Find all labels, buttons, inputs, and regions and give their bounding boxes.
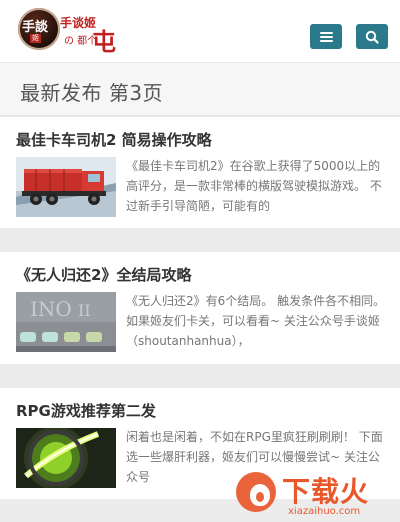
article-title[interactable]: 最佳卡车司机2 简易操作攻略 xyxy=(16,129,212,150)
watermark-text: 下载火 xyxy=(282,475,370,508)
svg-text:INO: INO xyxy=(30,297,72,321)
site-header: 手談 姬 手谈姬 の 都个 屯 xyxy=(0,0,400,63)
menu-button[interactable] xyxy=(310,24,342,49)
article-thumbnail[interactable] xyxy=(16,428,116,488)
rpg-thumbnail-image xyxy=(16,428,116,488)
article-title[interactable]: RPG游戏推荐第二发 xyxy=(16,400,156,421)
article-card[interactable]: 最佳卡车司机2 简易操作攻略 《最佳卡车司机2》在谷歌上获得了5000以上的高评… xyxy=(0,117,400,228)
logo-name: 手谈姬 xyxy=(60,16,97,30)
article-thumbnail[interactable]: INO II xyxy=(16,292,116,352)
article-excerpt: 《最佳卡车司机2》在谷歌上获得了5000以上的高评分，是一款非常棒的横版驾驶模拟… xyxy=(126,159,382,213)
search-icon xyxy=(365,30,379,44)
article-card[interactable]: 《无人归还2》全结局攻略 INO II 《无人归还2》有6个结局。 触发条件各不… xyxy=(0,252,400,364)
site-logo[interactable]: 手談 姬 手谈姬 の 都个 屯 xyxy=(18,8,118,56)
article-excerpt: 《无人归还2》有6个结局。 触发条件各不相同。 如果姬友们卡关，可以看看~ 关注… xyxy=(126,294,386,348)
watermark: 下载火 xiazaihuo.com xyxy=(232,468,400,522)
watermark-url: xiazaihuo.com xyxy=(288,506,361,517)
flame-logo-icon xyxy=(236,472,276,512)
article-thumbnail[interactable] xyxy=(16,157,116,217)
game-thumbnail-image: INO II xyxy=(16,292,116,352)
page-title: 最新发布 第3页 xyxy=(20,81,164,105)
logo-emblem: 手談 姬 xyxy=(18,8,60,50)
logo-emblem-text: 手談 xyxy=(22,20,49,35)
logo-stamp: 姬 xyxy=(30,34,41,43)
logo-big-char: 屯 xyxy=(92,28,116,56)
svg-text:II: II xyxy=(78,301,91,320)
search-button[interactable] xyxy=(356,24,388,49)
page-title-bar: 最新发布 第3页 xyxy=(0,63,400,116)
truck-thumbnail-image xyxy=(16,157,116,217)
hamburger-menu-icon xyxy=(319,31,333,42)
article-title[interactable]: 《无人归还2》全结局攻略 xyxy=(16,264,191,285)
